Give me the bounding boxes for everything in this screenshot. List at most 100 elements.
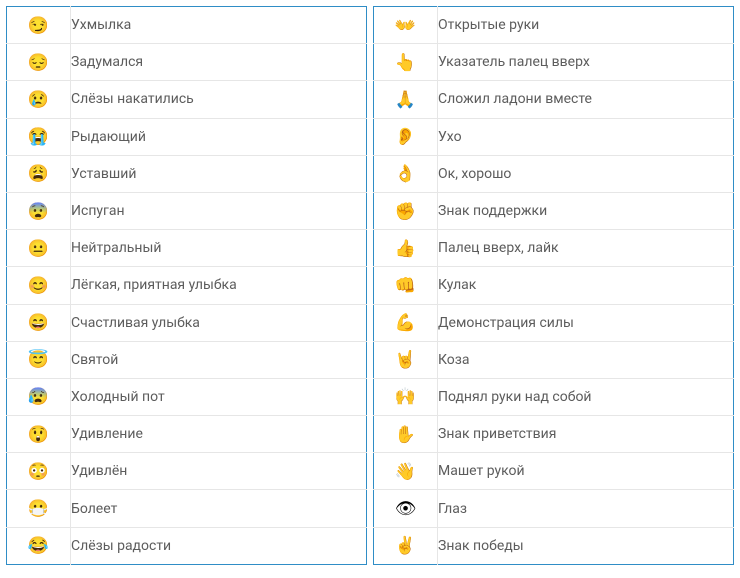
table-row: 😳 Удивлён	[7, 453, 367, 490]
emoji-label: Счастливая улыбка	[71, 304, 367, 341]
emoji-icon: 🤘	[395, 352, 416, 369]
emoji-cell: 😲	[7, 416, 71, 453]
emoji-icon: 😂	[28, 538, 49, 555]
table-row: 👌 Ок, хорошо	[374, 155, 734, 192]
emoji-label: Знак приветствия	[438, 416, 734, 453]
emoji-cell: ✌	[374, 527, 438, 564]
emoji-cell: 👐	[374, 7, 438, 44]
emoji-icon: 👊	[395, 278, 416, 295]
emoji-cell: 🙏	[374, 81, 438, 118]
emoji-cell: 😩	[7, 155, 71, 192]
table-row: 😇 Святой	[7, 341, 367, 378]
table-row: 👆 Указатель палец вверх	[374, 44, 734, 81]
table-row: 😊 Лёгкая, приятная улыбка	[7, 267, 367, 304]
emoji-label: Удивлён	[71, 453, 367, 490]
emoji-icon: 🙌	[395, 389, 416, 406]
emoji-icon: 😨	[28, 204, 49, 221]
emoji-cell: 😰	[7, 378, 71, 415]
emoji-label: Ок, хорошо	[438, 155, 734, 192]
emoji-label: Слёзы накатились	[71, 81, 367, 118]
emoji-label: Кулак	[438, 267, 734, 304]
table-row: 👍 Палец вверх, лайк	[374, 230, 734, 267]
emoji-icon: ✌	[395, 538, 416, 555]
table-row: 👋 Машет рукой	[374, 453, 734, 490]
emoji-cell: 👂	[374, 118, 438, 155]
table-row: 👊 Кулак	[374, 267, 734, 304]
emoji-cell: 😄	[7, 304, 71, 341]
emoji-icon: 👁	[395, 501, 417, 518]
emoji-icon: 👌	[395, 166, 416, 183]
table-row: 🤘Коза	[374, 341, 734, 378]
table-row: 👂Ухо	[374, 118, 734, 155]
emoji-label: Слёзы радости	[71, 527, 367, 564]
emoji-icon: ✊	[395, 204, 416, 221]
emoji-cell: 😨	[7, 192, 71, 229]
table-row: 😭 Рыдающий	[7, 118, 367, 155]
emoji-cell: 😏	[7, 7, 71, 44]
emoji-label: Задумался	[71, 44, 367, 81]
emoji-icon: 👂	[395, 129, 416, 146]
emoji-cell: 😭	[7, 118, 71, 155]
table-row: 😲 Удивление	[7, 416, 367, 453]
emoji-icon: 😲	[28, 427, 49, 444]
emoji-label: Уставший	[71, 155, 367, 192]
table-row: 😄Счастливая улыбка	[7, 304, 367, 341]
emoji-label: Болеет	[71, 490, 367, 527]
table-row: 😂 Слёзы радости	[7, 527, 367, 564]
emoji-cell: 😢	[7, 81, 71, 118]
emoji-icon: 😳	[28, 464, 49, 481]
emoji-icon: 😔	[28, 55, 49, 72]
emoji-label: Демонстрация силы	[438, 304, 734, 341]
emoji-cell: 🙌	[374, 378, 438, 415]
tables-container: 😏Ухмылка 😔 Задумался😢Слёзы накатились 😭 Рыда…	[6, 6, 734, 565]
emoji-label: Нейтральный	[71, 230, 367, 267]
table-row: ✊ Знак поддержки	[374, 192, 734, 229]
emoji-icon: 👋	[395, 464, 416, 481]
emoji-label: Открытые руки	[438, 7, 734, 44]
emoji-label: Палец вверх, лайк	[438, 230, 734, 267]
emoji-icon: 😇	[28, 352, 49, 369]
emoji-label: Рыдающий	[71, 118, 367, 155]
emoji-icon: 😭	[28, 129, 49, 146]
table-row: 👐 Открытые руки	[374, 7, 734, 44]
emoji-table-right: 👐Открытые руки👆Указатель палец вверх🙏Сло…	[373, 6, 734, 565]
emoji-label: Знак победы	[438, 527, 734, 564]
emoji-icon: 👆	[395, 55, 416, 72]
emoji-icon: 👐	[395, 18, 416, 35]
emoji-cell: 😷	[7, 490, 71, 527]
emoji-cell: 💪	[374, 304, 438, 341]
table-row: 😨 Испуган	[7, 192, 367, 229]
emoji-icon: ✋	[395, 427, 416, 444]
emoji-label: Святой	[71, 341, 367, 378]
emoji-label: Знак поддержки	[438, 192, 734, 229]
table-row: ✌ Знак победы	[374, 527, 734, 564]
emoji-icon: 😷	[28, 501, 49, 518]
emoji-label: Лёгкая, приятная улыбка	[71, 267, 367, 304]
emoji-icon: 😐	[28, 241, 49, 258]
table-row: 😩Уставший	[7, 155, 367, 192]
table-row: ✋ Знак приветствия	[374, 416, 734, 453]
emoji-cell: 👆	[374, 44, 438, 81]
emoji-label: Холодный пот	[71, 378, 367, 415]
emoji-cell: 😊	[7, 267, 71, 304]
table-row: 😏Ухмылка	[7, 7, 367, 44]
emoji-cell: 👁	[374, 490, 438, 527]
emoji-table-left: 😏Ухмылка 😔 Задумался😢Слёзы накатились 😭 Рыда…	[6, 6, 367, 565]
emoji-cell: 👊	[374, 267, 438, 304]
emoji-cell: 😂	[7, 527, 71, 564]
emoji-cell: 😇	[7, 341, 71, 378]
emoji-label: Удивление	[71, 416, 367, 453]
emoji-icon: 💪	[395, 315, 416, 332]
emoji-cell: 👌	[374, 155, 438, 192]
emoji-cell: 👋	[374, 453, 438, 490]
emoji-cell: 😐	[7, 230, 71, 267]
emoji-cell: 😔	[7, 44, 71, 81]
emoji-cell: 👍	[374, 230, 438, 267]
emoji-label: Указатель палец вверх	[438, 44, 734, 81]
emoji-label: Ухмылка	[71, 7, 367, 44]
emoji-icon: 😊	[28, 278, 49, 295]
emoji-icon: 👍	[395, 241, 416, 258]
table-row: 😔 Задумался	[7, 44, 367, 81]
emoji-label: Машет рукой	[438, 453, 734, 490]
emoji-label: Испуган	[71, 192, 367, 229]
